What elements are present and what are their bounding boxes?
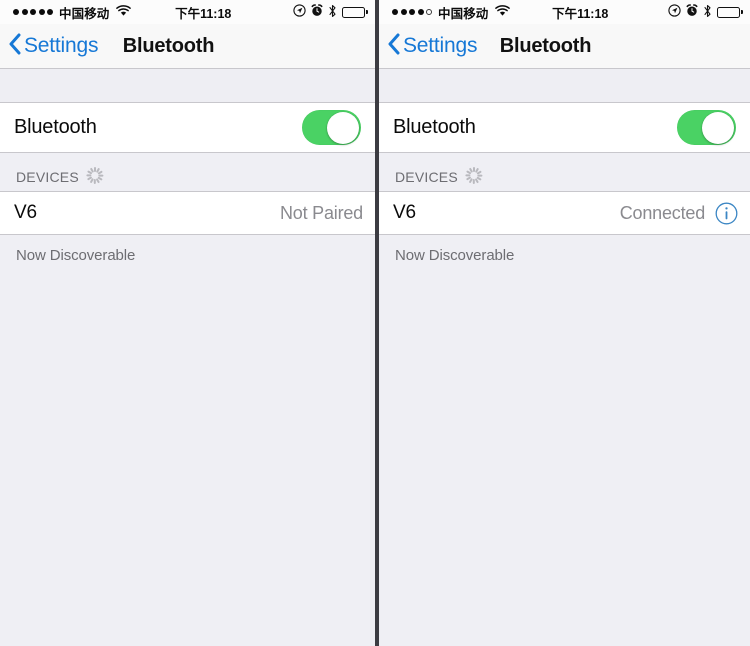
- phone-screen-right: 中国移动 下午11:18 Settings Bluetooth Bluetoot…: [375, 0, 750, 646]
- status-bar-right: 中国移动 下午11:18: [379, 0, 750, 24]
- wifi-icon: [495, 4, 511, 20]
- chevron-left-icon: [387, 33, 400, 60]
- battery-body: [342, 6, 365, 18]
- status-bar-left-group: 中国移动: [13, 3, 132, 22]
- signal-strength-dots-right: [392, 9, 432, 15]
- signal-dot: [392, 9, 398, 15]
- signal-strength-dots-left: [13, 9, 53, 15]
- status-bar-left: 中国移动 下午11:18: [0, 0, 375, 24]
- bluetooth-icon: [328, 4, 337, 21]
- device-row-v6[interactable]: V6 Connected: [379, 191, 750, 235]
- battery-cap: [741, 10, 743, 14]
- settings-list-left: Bluetooth DEVICES V6 Not Paired Now Disc…: [0, 69, 375, 646]
- discoverable-footer: Now Discoverable: [0, 235, 375, 264]
- back-button-label: Settings: [24, 34, 99, 57]
- phone-screen-left: 中国移动 下午11:18 Settings Bluetooth Bluetoot…: [0, 0, 375, 646]
- loading-spinner-icon: [86, 167, 104, 184]
- back-button[interactable]: Settings: [379, 33, 477, 60]
- bluetooth-icon: [703, 4, 712, 21]
- status-bar-clock: 下午11:18: [175, 6, 232, 21]
- bluetooth-toggle-row[interactable]: Bluetooth: [379, 103, 750, 153]
- status-bar-left-group: 中国移动: [392, 3, 511, 22]
- back-button[interactable]: Settings: [0, 33, 98, 60]
- signal-dot: [47, 9, 53, 15]
- loading-spinner-icon: [465, 167, 483, 184]
- bluetooth-toggle-row[interactable]: Bluetooth: [0, 103, 375, 153]
- chevron-left-icon: [8, 33, 21, 60]
- list-top-spacer: [379, 69, 750, 103]
- device-row-v6[interactable]: V6 Not Paired: [0, 191, 375, 235]
- devices-section-header: DEVICES: [0, 153, 375, 191]
- bluetooth-toggle-label: Bluetooth: [14, 116, 97, 138]
- device-status: Not Paired: [279, 202, 363, 223]
- status-bar-clock: 下午11:18: [552, 6, 609, 21]
- bluetooth-toggle-label: Bluetooth: [393, 116, 476, 138]
- signal-dot-empty: [426, 9, 432, 15]
- navigation-bar-left: Settings Bluetooth: [0, 24, 375, 69]
- switch-knob: [327, 111, 359, 144]
- signal-dot: [21, 9, 28, 15]
- status-bar-right-group: [668, 4, 743, 21]
- alarm-clock-icon: [311, 4, 323, 20]
- alarm-clock-icon: [686, 4, 698, 20]
- device-status: Connected: [619, 202, 705, 223]
- info-button[interactable]: [715, 202, 738, 225]
- devices-section-label: DEVICES: [16, 169, 79, 185]
- signal-dot: [400, 9, 407, 15]
- switch-knob: [702, 111, 734, 144]
- carrier-name: 中国移动: [438, 6, 489, 21]
- devices-section-label: DEVICES: [395, 169, 458, 185]
- signal-dot: [409, 9, 415, 15]
- status-bar-right-group: [293, 4, 368, 21]
- location-icon: [293, 4, 306, 20]
- battery-cap: [366, 10, 368, 14]
- bluetooth-switch[interactable]: [677, 110, 736, 145]
- signal-dot: [30, 9, 36, 15]
- signal-dot: [13, 9, 19, 15]
- signal-dot: [38, 9, 45, 15]
- list-top-spacer: [0, 69, 375, 103]
- back-button-label: Settings: [403, 34, 478, 57]
- settings-list-right: Bluetooth DEVICES V6 Connected Now Disco…: [379, 69, 750, 646]
- comparison-screenshot: 中国移动 下午11:18 Settings Bluetooth Bluetoot…: [0, 0, 750, 646]
- bluetooth-switch[interactable]: [302, 110, 361, 145]
- device-name: V6: [393, 202, 416, 223]
- location-icon: [668, 4, 681, 20]
- navigation-bar-right: Settings Bluetooth: [379, 24, 750, 69]
- battery-icon: [717, 6, 743, 18]
- device-name: V6: [14, 202, 37, 223]
- battery-body: [717, 6, 740, 18]
- discoverable-footer: Now Discoverable: [379, 235, 750, 264]
- devices-section-header: DEVICES: [379, 153, 750, 191]
- wifi-icon: [116, 4, 132, 20]
- signal-dot: [417, 9, 424, 15]
- battery-icon: [342, 6, 368, 18]
- carrier-name: 中国移动: [59, 6, 110, 21]
